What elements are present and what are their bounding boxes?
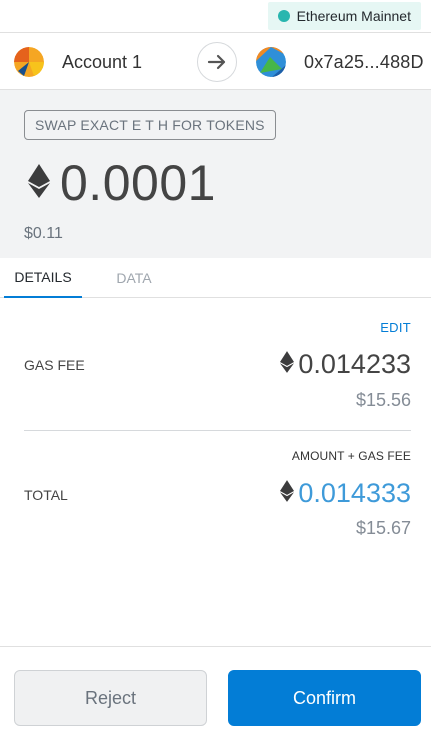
network-selector[interactable]: Ethereum Mainnet <box>267 2 421 30</box>
amount-fiat: $0.11 <box>24 225 63 242</box>
method-badge: SWAP EXACT E T H FOR TOKENS <box>24 110 276 140</box>
edit-gas-button[interactable]: EDIT <box>380 320 411 335</box>
total-fiat: $15.67 <box>355 518 411 538</box>
tab-details[interactable]: DETAILS <box>4 258 82 298</box>
recipient-address: 0x7a25...488D <box>304 51 424 72</box>
recipient-avatar <box>256 47 286 77</box>
amount-value: 0.0001 <box>60 155 216 211</box>
ethereum-icon <box>280 480 295 507</box>
network-bar: Ethereum Mainnet <box>0 0 431 32</box>
gas-fee-eth: 0.014233 <box>280 349 411 380</box>
footer: Reject Confirm <box>0 646 431 734</box>
gas-fee-eth-value: 0.014233 <box>298 349 411 379</box>
gas-fee-fiat: $15.56 <box>355 390 411 410</box>
gas-fee-label: GAS FEE <box>24 357 85 373</box>
recipient-account[interactable]: 0x7a25...488D <box>256 47 424 77</box>
ethereum-icon <box>28 163 50 203</box>
confirm-button[interactable]: Confirm <box>228 670 421 726</box>
network-status-dot <box>277 10 290 22</box>
total-eth-value: 0.014333 <box>298 478 411 508</box>
arrow-right-icon <box>197 42 237 82</box>
reject-button[interactable]: Reject <box>14 670 207 726</box>
details-divider <box>24 430 411 431</box>
sender-avatar <box>14 47 44 77</box>
total-label: TOTAL <box>24 487 68 503</box>
transaction-amount: 0.0001 <box>28 154 216 212</box>
sender-account-name: Account 1 <box>62 51 143 72</box>
total-subheading: AMOUNT + GAS FEE <box>291 449 411 463</box>
sender-account[interactable]: Account 1 <box>14 47 142 77</box>
tab-data[interactable]: DATA <box>96 258 172 298</box>
tab-bar: DETAILS DATA <box>0 258 431 298</box>
transaction-summary: SWAP EXACT E T H FOR TOKENS 0.0001 $0.11 <box>0 90 431 258</box>
network-label: Ethereum Mainnet <box>296 8 411 24</box>
total-eth: 0.014333 <box>280 478 411 509</box>
sender-recipient-row: Account 1 0x7a25...488D <box>0 32 431 90</box>
ethereum-icon <box>280 351 295 378</box>
